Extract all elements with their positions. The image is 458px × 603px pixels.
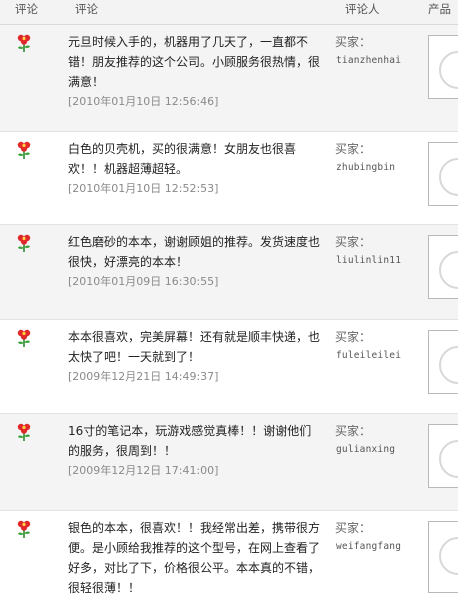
image-placeholder-icon	[439, 158, 458, 196]
review-date: [2009年12月12日 17:41:00]	[68, 464, 219, 477]
table-header: 评论 评论 评论人 产品	[0, 0, 458, 25]
header-comment: 评论	[75, 2, 98, 16]
flower-rating-icon	[17, 141, 31, 159]
review-list-page: 评论 评论 评论人 产品 元旦时候入手的，机器用了几天了，一直都不错！朋友推荐的…	[0, 0, 458, 603]
product-thumbnail[interactable]	[428, 142, 458, 206]
header-reviewer: 评论人	[345, 2, 380, 16]
review-date: [2009年12月21日 14:49:37]	[68, 370, 219, 383]
review-body: 银色的本本，很喜欢！！我经常出差，携带很方便。是小顾给我推荐的这个型号，在网上查…	[68, 521, 321, 595]
review-row: 银色的本本，很喜欢！！我经常出差，携带很方便。是小顾给我推荐的这个型号，在网上查…	[0, 511, 458, 603]
review-date: [2010年01月09日 16:30:55]	[68, 275, 219, 288]
buyer-name[interactable]: fuleileilei	[336, 350, 401, 361]
buyer-name[interactable]: tianzhenhai	[336, 55, 401, 66]
review-text: 白色的贝壳机，买的很满意！女朋友也很喜欢！！机器超薄超轻。 [2010年01月1…	[68, 139, 322, 199]
product-thumbnail[interactable]	[428, 235, 458, 299]
buyer-name[interactable]: liulinlin11	[336, 255, 401, 266]
review-date: [2010年01月10日 12:52:53]	[68, 182, 219, 195]
review-row: 16寸的笔记本，玩游戏感觉真棒！！谢谢他们的服务，很周到！！ [2009年12月…	[0, 414, 458, 511]
review-body: 16寸的笔记本，玩游戏感觉真棒！！谢谢他们的服务，很周到！！	[68, 424, 312, 458]
review-body: 白色的贝壳机，买的很满意！女朋友也很喜欢！！机器超薄超轻。	[68, 142, 297, 176]
flower-rating-icon	[17, 329, 31, 347]
flower-rating-icon	[17, 423, 31, 441]
review-text: 本本很喜欢，完美屏幕！还有就是顺丰快递，也太快了吧！一天就到了！ [2009年1…	[68, 327, 322, 387]
buyer-label: 买家：	[335, 521, 372, 535]
product-thumbnail[interactable]	[428, 35, 458, 99]
buyer-label: 买家：	[335, 424, 372, 438]
image-placeholder-icon	[439, 537, 458, 575]
review-body: 红色磨砂的本本，谢谢顾姐的推荐。发货速度也很快，好漂亮的本本！	[68, 235, 321, 269]
review-row: 红色磨砂的本本，谢谢顾姐的推荐。发货速度也很快，好漂亮的本本！ [2010年01…	[0, 225, 458, 320]
flower-rating-icon	[17, 234, 31, 252]
review-text: 16寸的笔记本，玩游戏感觉真棒！！谢谢他们的服务，很周到！！ [2009年12月…	[68, 421, 322, 481]
review-row: 白色的贝壳机，买的很满意！女朋友也很喜欢！！机器超薄超轻。 [2010年01月1…	[0, 132, 458, 225]
header-product: 产品	[428, 2, 451, 16]
buyer-label: 买家：	[335, 235, 372, 249]
image-placeholder-icon	[439, 346, 458, 384]
header-rating: 评论	[15, 2, 38, 16]
buyer-label: 买家：	[335, 330, 372, 344]
buyer-name[interactable]: zhubingbin	[336, 162, 395, 173]
product-thumbnail[interactable]	[428, 330, 458, 394]
product-thumbnail[interactable]	[428, 521, 458, 593]
buyer-name[interactable]: weifangfang	[336, 541, 401, 552]
image-placeholder-icon	[439, 251, 458, 289]
review-date: [2010年01月10日 12:56:46]	[68, 95, 219, 108]
review-text: 元旦时候入手的，机器用了几天了，一直都不错！朋友推荐的这个公司。小顾服务很热情，…	[68, 32, 322, 112]
review-row: 本本很喜欢，完美屏幕！还有就是顺丰快递，也太快了吧！一天就到了！ [2009年1…	[0, 320, 458, 414]
product-thumbnail[interactable]	[428, 424, 458, 488]
buyer-name[interactable]: gulianxing	[336, 444, 395, 455]
image-placeholder-icon	[439, 440, 458, 478]
review-body: 本本很喜欢，完美屏幕！还有就是顺丰快递，也太快了吧！一天就到了！	[68, 330, 321, 364]
review-text: 红色磨砂的本本，谢谢顾姐的推荐。发货速度也很快，好漂亮的本本！ [2010年01…	[68, 232, 322, 292]
flower-rating-icon	[17, 520, 31, 538]
review-text: 银色的本本，很喜欢！！我经常出差，携带很方便。是小顾给我推荐的这个型号，在网上查…	[68, 518, 322, 598]
image-placeholder-icon	[439, 51, 458, 89]
flower-rating-icon	[17, 34, 31, 52]
review-row: 元旦时候入手的，机器用了几天了，一直都不错！朋友推荐的这个公司。小顾服务很热情，…	[0, 25, 458, 132]
review-body: 元旦时候入手的，机器用了几天了，一直都不错！朋友推荐的这个公司。小顾服务很热情，…	[68, 35, 321, 89]
buyer-label: 买家：	[335, 35, 372, 49]
buyer-label: 买家：	[335, 142, 372, 156]
